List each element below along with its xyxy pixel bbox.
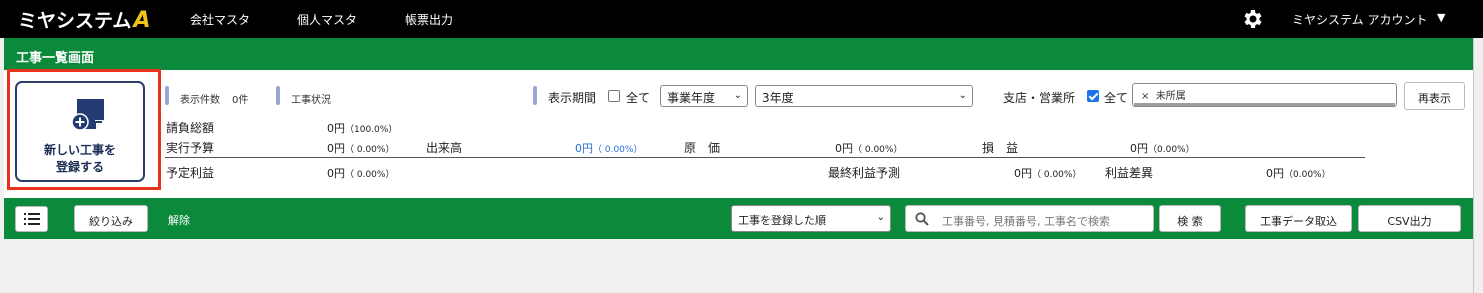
profit-difference-value: 0円（0.00%）: [1266, 165, 1331, 181]
list-view-button[interactable]: [15, 206, 48, 232]
page-title: 工事一覧画面: [16, 51, 95, 66]
display-count-label: 表示件数: [180, 95, 220, 106]
progress-amount-pct: （ 0.00%）: [593, 145, 643, 155]
refresh-button[interactable]: 再表示: [1404, 82, 1465, 110]
construction-status-label: 工事状況: [291, 95, 331, 106]
csv-export-button[interactable]: CSV出力: [1358, 205, 1461, 232]
filter-button[interactable]: 絞り込み: [74, 205, 148, 232]
sort-order-select-value: 工事を登録した順: [738, 214, 826, 227]
search-input[interactable]: 工事番号, 見積番号, 工事名で検索: [905, 205, 1154, 232]
final-profit-forecast-pct: （ 0.00%）: [1032, 170, 1082, 180]
chevron-down-icon: ⌄: [733, 90, 742, 101]
year-type-select[interactable]: 事業年度 ⌄: [660, 85, 748, 107]
display-period-label: 表示期間: [548, 91, 597, 105]
final-profit-forecast-value: 0円（ 0.00%）: [1014, 165, 1081, 181]
branch-multiselect-scrollbar: [1134, 103, 1395, 106]
branch-all-checkbox[interactable]: [1087, 90, 1099, 102]
count-indicator-bar: [165, 86, 169, 105]
branch-office-label: 支店・営業所: [1003, 91, 1076, 105]
clear-filter-link[interactable]: 解除: [168, 212, 190, 228]
branch-tag: × 未所属: [1141, 87, 1186, 102]
cost-amount: 0円: [835, 142, 853, 155]
right-edge-scroll-area: [1473, 38, 1483, 293]
profit-difference-label: 利益差異: [1105, 166, 1154, 180]
year-type-select-value: 事業年度: [667, 91, 716, 105]
chevron-down-icon[interactable]: ▼: [1437, 11, 1445, 24]
cost-value: 0円（ 0.00%）: [835, 140, 902, 156]
profit-loss-pct: （0.00%）: [1148, 145, 1195, 155]
new-button-label-line2: 登録する: [55, 160, 104, 174]
chevron-down-icon: ⌄: [876, 212, 885, 223]
planned-profit-pct: （ 0.00%）: [345, 170, 395, 180]
nav-company-master[interactable]: 会社マスタ: [190, 11, 250, 28]
execution-budget-pct: （ 0.00%）: [345, 145, 395, 155]
cost-label: 原 価: [684, 141, 721, 155]
profit-difference-amount: 0円: [1266, 167, 1284, 180]
planned-profit-label: 予定利益: [166, 166, 215, 180]
contract-total-value: 0円（100.0%）: [327, 120, 397, 136]
tag-remove-icon[interactable]: ×: [1141, 91, 1149, 102]
final-profit-forecast-label: 最終利益予測: [828, 166, 901, 180]
progress-amount-value[interactable]: 0円（ 0.00%）: [575, 140, 642, 156]
execution-budget-value: 0円（ 0.00%）: [327, 140, 394, 156]
summary-divider: [165, 157, 1365, 158]
account-menu[interactable]: ミヤシステム アカウント: [1292, 11, 1427, 28]
profit-difference-pct: （0.00%）: [1284, 170, 1331, 180]
status-indicator-bar: [276, 86, 280, 105]
construction-list-area: [4, 239, 1473, 293]
app-logo[interactable]: ミヤシステムA: [18, 6, 150, 33]
planned-profit-value: 0円（ 0.00%）: [327, 165, 394, 181]
search-button[interactable]: 検 索: [1159, 205, 1221, 232]
planned-profit-amount: 0円: [327, 167, 345, 180]
nav-personal-master[interactable]: 個人マスタ: [297, 11, 357, 28]
cost-pct: （ 0.00%）: [853, 145, 903, 155]
sort-order-select[interactable]: 工事を登録した順 ⌄: [731, 205, 891, 232]
profit-loss-value: 0円（0.00%）: [1130, 140, 1195, 156]
new-button-label-line1: 新しい工事を: [43, 143, 116, 157]
contract-total-label: 請負総額: [166, 121, 215, 135]
execution-budget-amount: 0円: [327, 142, 345, 155]
progress-amount-label: 出来高: [426, 141, 463, 155]
display-count-value: 0件: [232, 95, 249, 106]
period-all-checkbox[interactable]: [608, 90, 620, 102]
page-title-bar: 工事一覧画面: [4, 38, 1473, 70]
final-profit-forecast-amount: 0円: [1014, 167, 1032, 180]
app-root: ミヤシステムA 会社マスタ 個人マスタ 帳票出力 ミヤシステム アカウント ▼ …: [0, 0, 1483, 293]
progress-amount-amount: 0円: [575, 142, 593, 155]
search-icon: [915, 212, 929, 226]
fiscal-year-select[interactable]: 3年度 ⌄: [755, 85, 973, 107]
chevron-down-icon: ⌄: [958, 90, 967, 101]
search-placeholder: 工事番号, 見積番号, 工事名で検索: [942, 215, 1110, 228]
branch-all-label: 全て: [1104, 91, 1129, 105]
new-document-plus-icon: [71, 99, 104, 131]
gear-icon[interactable]: [1241, 7, 1265, 31]
profit-loss-label: 損 益: [982, 141, 1019, 155]
period-all-label: 全て: [626, 91, 651, 105]
logo-text: ミヤシステム: [18, 10, 132, 32]
nav-report-output[interactable]: 帳票出力: [405, 11, 453, 28]
import-construction-data-button[interactable]: 工事データ取込: [1245, 205, 1352, 232]
execution-budget-label: 実行予算: [166, 141, 215, 155]
profit-loss-amount: 0円: [1130, 142, 1148, 155]
new-construction-button[interactable]: 新しい工事を 登録する: [15, 81, 145, 182]
fiscal-year-select-value: 3年度: [762, 91, 794, 105]
contract-total-amount: 0円: [327, 122, 345, 135]
contract-total-pct: （100.0%）: [345, 125, 398, 135]
logo-mark: A: [133, 8, 151, 33]
list-icon: [23, 213, 40, 225]
branch-tag-label: 未所属: [1155, 91, 1186, 102]
top-navbar: ミヤシステムA 会社マスタ 個人マスタ 帳票出力 ミヤシステム アカウント ▼: [0, 0, 1483, 38]
period-indicator-bar: [533, 86, 537, 105]
